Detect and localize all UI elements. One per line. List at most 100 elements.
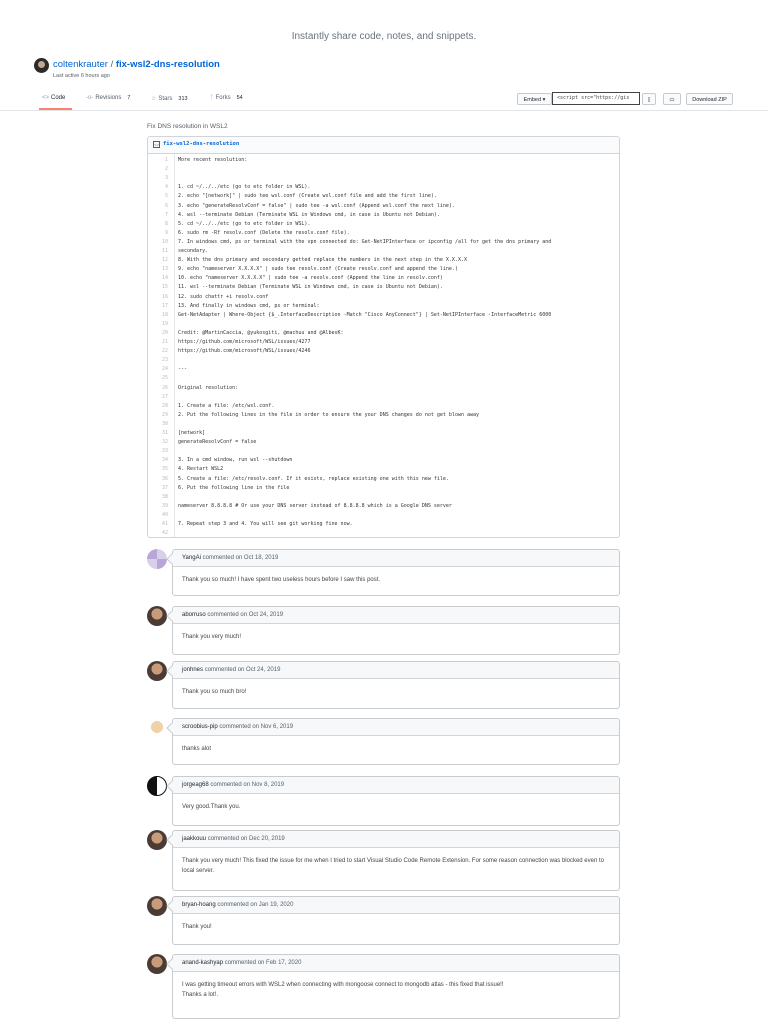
comment-box: aborruso commented on Oct 24, 2019 Thank … [172, 606, 620, 655]
commenter-avatar[interactable] [147, 718, 167, 738]
line-content: generateResolvConf = false [178, 439, 257, 446]
owner-avatar[interactable] [34, 58, 49, 73]
line-number[interactable]: 9 [148, 229, 168, 238]
code-line: 11 secondary. [148, 247, 619, 256]
code-line: 41 7. Repeat step 3 and 4. You will see g… [148, 520, 619, 529]
comment-author-link[interactable]: jonhnes [182, 667, 203, 673]
code-line: 9 6. sudo rm -Rf resolv.conf (Delete the … [148, 229, 619, 238]
line-number[interactable]: 15 [148, 283, 168, 292]
line-number[interactable]: 5 [148, 192, 168, 201]
gist-name-link[interactable]: fix-wsl2-dns-resolution [116, 59, 220, 70]
line-number[interactable]: 36 [148, 475, 168, 484]
commenter-avatar[interactable] [147, 776, 167, 796]
line-number[interactable]: 30 [148, 420, 168, 429]
comment-author-link[interactable]: jorgeag68 [182, 782, 209, 788]
tab-code[interactable]: <> Code [42, 95, 65, 101]
tab-stars[interactable]: ☆ Stars 313 [151, 95, 188, 102]
download-zip-button[interactable]: Download ZIP [686, 93, 733, 105]
tab-forks[interactable]: ᚴ Forks 54 [210, 95, 243, 101]
line-number[interactable]: 3 [148, 174, 168, 183]
site-tagline: Instantly share code, notes, and snippet… [291, 31, 477, 42]
code-line: 4 1. cd ~/../../etc (go to etc folder in … [148, 183, 619, 192]
line-number[interactable]: 16 [148, 293, 168, 302]
line-number[interactable]: 11 [148, 247, 168, 256]
line-content: 8. With the dns primary and secondary ge… [178, 257, 467, 264]
line-number[interactable]: 27 [148, 393, 168, 402]
commenter-avatar[interactable] [147, 954, 167, 974]
comment-box: jorgeag68 commented on Nov 8, 2019 Very g… [172, 776, 620, 826]
code-line: 20 Credit: @MartinCaccia, @yukosgiti, @ma… [148, 329, 619, 338]
line-number[interactable]: 8 [148, 220, 168, 229]
comment-author-link[interactable]: jaakkouu [182, 836, 206, 842]
comment-body: Thank you! [182, 924, 212, 930]
code-line: 36 5. Create a file: /etc/resolv.conf. If… [148, 475, 619, 484]
line-number[interactable]: 1 [148, 156, 168, 165]
owner-link[interactable]: coltenkrauter [53, 59, 108, 70]
line-number[interactable]: 42 [148, 529, 168, 537]
line-number[interactable]: 13 [148, 265, 168, 274]
code-line: 3 [148, 174, 619, 183]
line-number[interactable]: 2 [148, 165, 168, 174]
line-number[interactable]: 4 [148, 183, 168, 192]
code-line: 33 [148, 447, 619, 456]
line-number[interactable]: 34 [148, 456, 168, 465]
line-number[interactable]: 17 [148, 302, 168, 311]
line-number[interactable]: 29 [148, 411, 168, 420]
line-number[interactable]: 20 [148, 329, 168, 338]
tab-revisions[interactable]: -o- Revisions 7 [86, 95, 130, 101]
line-number[interactable]: 40 [148, 511, 168, 520]
embed-code-input[interactable]: <script src="https://gis [552, 92, 640, 105]
line-content: 2. echo "[network]" | sudo tee wsl.conf … [178, 193, 437, 200]
line-number[interactable]: 41 [148, 520, 168, 529]
tab-label: Forks [215, 95, 231, 101]
commenter-avatar[interactable] [147, 830, 167, 850]
line-content: 5. Create a file: /etc/resolv.conf. If i… [178, 475, 449, 482]
commenter-avatar[interactable] [147, 549, 167, 569]
fork-icon: ᚴ [210, 95, 214, 101]
copy-button[interactable]: ▯ [642, 93, 656, 105]
line-number[interactable]: 7 [148, 211, 168, 220]
file-name-link[interactable]: fix-wsl2-dns-resolution [163, 141, 239, 147]
line-number[interactable]: 19 [148, 320, 168, 329]
line-number[interactable]: 38 [148, 493, 168, 502]
line-number[interactable]: 35 [148, 465, 168, 474]
line-number[interactable]: 6 [148, 202, 168, 211]
line-number[interactable]: 39 [148, 502, 168, 511]
line-number[interactable]: 24 [148, 365, 168, 374]
code-line: 17 13. And finally in windows cmd, ps or … [148, 302, 619, 311]
line-number[interactable]: 26 [148, 384, 168, 393]
line-number[interactable]: 22 [148, 347, 168, 356]
line-number[interactable]: 31 [148, 429, 168, 438]
line-number[interactable]: 12 [148, 256, 168, 265]
active-tab-indicator [39, 108, 72, 110]
code-line: 13 9. echo "nameserver X.X.X.X" | sudo te… [148, 265, 619, 274]
embed-label: Embed [523, 97, 542, 103]
comment-author-link[interactable]: scroobius-pip [182, 724, 218, 730]
open-desktop-button[interactable]: ▭ [663, 93, 681, 105]
comment-author-link[interactable]: bryan-hoang [182, 902, 216, 908]
comment-author-link[interactable]: anand-kashyap [182, 960, 223, 966]
commenter-avatar[interactable] [147, 896, 167, 916]
line-number[interactable]: 10 [148, 238, 168, 247]
comment-author-link[interactable]: YangAi [182, 555, 201, 561]
comment-author-link[interactable]: aborruso [182, 612, 206, 618]
line-number[interactable]: 37 [148, 484, 168, 493]
line-number[interactable]: 18 [148, 311, 168, 320]
commenter-avatar[interactable] [147, 606, 167, 626]
line-content: 1. Create a file: /etc/wsl.conf. [178, 402, 275, 409]
code-line: 2 [148, 165, 619, 174]
comment-header: jonhnes commented on Oct 24, 2019 [173, 662, 619, 679]
commenter-avatar[interactable] [147, 661, 167, 681]
line-number[interactable]: 23 [148, 356, 168, 365]
line-content: 9. echo "nameserver X.X.X.X" | sudo tee … [178, 266, 458, 273]
line-number[interactable]: 21 [148, 338, 168, 347]
comment-header: bryan-hoang commented on Jan 19, 2020 [173, 897, 619, 914]
line-number[interactable]: 25 [148, 374, 168, 383]
line-number[interactable]: 32 [148, 438, 168, 447]
embed-dropdown-button[interactable]: Embed ▾ [517, 93, 552, 105]
line-number[interactable]: 28 [148, 402, 168, 411]
code-line: 37 6. Put the following line in the file [148, 484, 619, 493]
line-number[interactable]: 14 [148, 274, 168, 283]
code-line: 26 Original resolution: [148, 384, 619, 393]
line-number[interactable]: 33 [148, 447, 168, 456]
